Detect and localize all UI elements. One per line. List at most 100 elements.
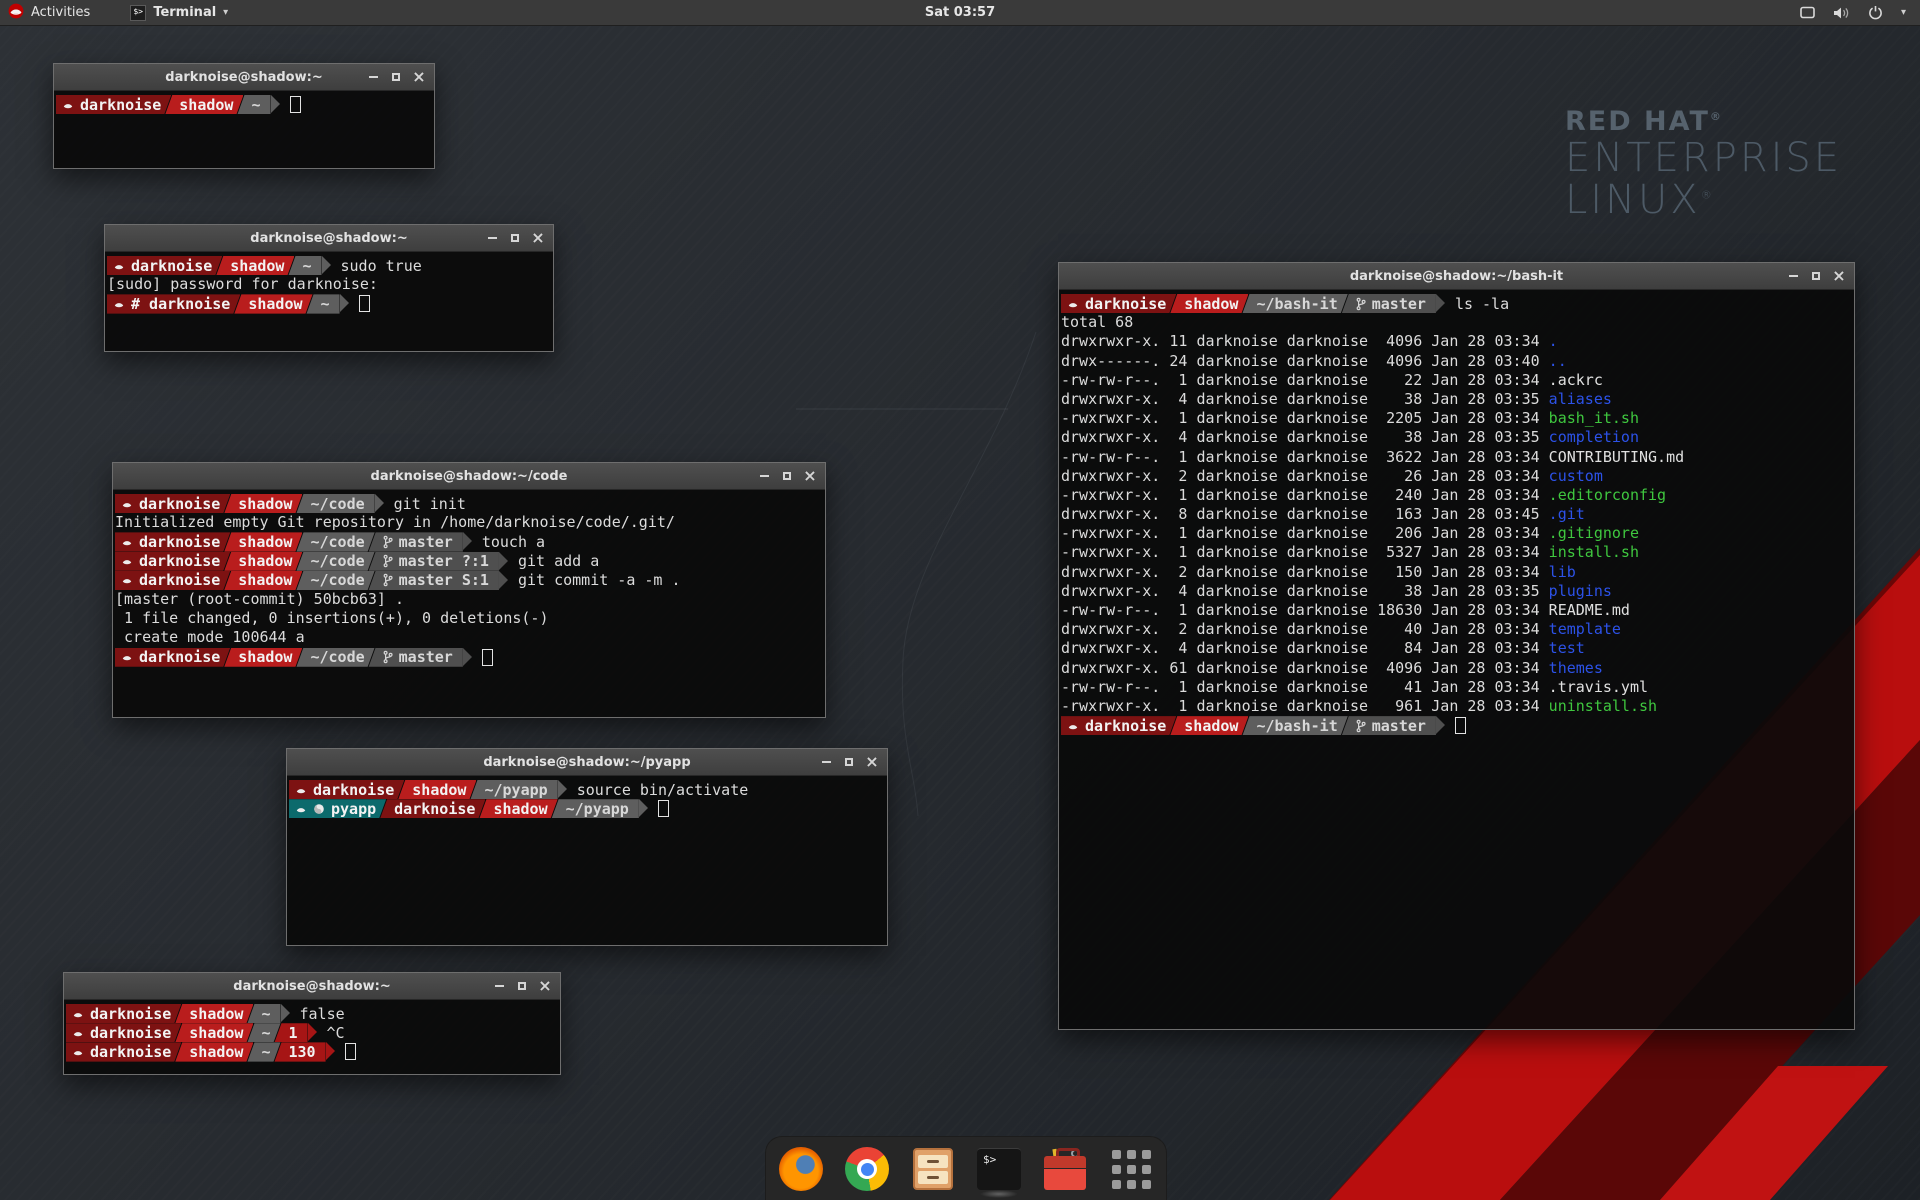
dock-item-chrome[interactable] bbox=[844, 1146, 890, 1192]
activities-button[interactable]: Activities bbox=[0, 0, 101, 25]
maximize-button[interactable] bbox=[777, 466, 797, 486]
terminal-cursor bbox=[290, 96, 301, 113]
maximize-button[interactable] bbox=[839, 752, 859, 772]
firefox-icon bbox=[779, 1147, 823, 1191]
maximize-button[interactable] bbox=[1806, 266, 1826, 286]
dock-item-app-grid[interactable] bbox=[1108, 1146, 1154, 1192]
activities-label: Activities bbox=[31, 5, 90, 20]
app-menu-button[interactable]: $> Terminal ▾ bbox=[119, 0, 239, 25]
prompt-segment-host: shadow bbox=[233, 294, 312, 313]
prompt-line: darknoiseshadow~/codegit init bbox=[115, 494, 825, 513]
powerline-arrow-icon bbox=[322, 256, 331, 274]
maximize-button[interactable] bbox=[505, 228, 525, 248]
close-button[interactable]: × bbox=[409, 67, 429, 87]
prompt-segment-git: master bbox=[368, 532, 463, 551]
ls-row-details: drwxrwxr-x. 2 darknoise darknoise 150 Ja… bbox=[1061, 563, 1549, 581]
minimize-button[interactable] bbox=[363, 67, 383, 87]
window-title: darknoise@shadow:~/bash-it bbox=[1350, 269, 1563, 284]
git-branch-icon bbox=[383, 573, 393, 587]
terminal-cursor bbox=[658, 800, 669, 817]
file-name: test bbox=[1549, 639, 1585, 657]
maximize-button[interactable] bbox=[386, 67, 406, 87]
terminal-cursor bbox=[359, 295, 370, 312]
command-text: git commit -a -m . bbox=[518, 571, 681, 589]
toolbox-icon bbox=[1043, 1147, 1087, 1191]
ls-row-details: drwxrwxr-x. 4 darknoise darknoise 84 Jan… bbox=[1061, 639, 1549, 657]
window-titlebar[interactable]: darknoise@shadow:~/bash-it × bbox=[1059, 263, 1854, 290]
prompt-segment-user: darknoise bbox=[1061, 716, 1176, 735]
ls-row: -rwxrwxr-x. 1 darknoise darknoise 2205 J… bbox=[1061, 409, 1854, 428]
prompt-line: darknoiseshadow~sudo true bbox=[107, 256, 553, 275]
system-status-area[interactable]: ▾ bbox=[1800, 0, 1920, 25]
prompt-segment-user: darknoise bbox=[1061, 294, 1176, 313]
dock-item-firefox[interactable] bbox=[778, 1146, 824, 1192]
file-name: .gitignore bbox=[1549, 524, 1639, 542]
red-hat-prompt-icon bbox=[121, 498, 133, 510]
close-button[interactable]: × bbox=[800, 466, 820, 486]
terminal-body[interactable]: darknoiseshadow~falsedarknoiseshadow~1^C… bbox=[64, 1000, 560, 1062]
file-name: completion bbox=[1549, 428, 1639, 446]
prompt-segment-user: darknoise bbox=[115, 571, 230, 590]
prompt-line: darknoiseshadow~1^C bbox=[66, 1023, 560, 1042]
powerline-arrow-icon bbox=[558, 780, 567, 798]
minimize-button[interactable] bbox=[489, 976, 509, 996]
minimize-button[interactable] bbox=[816, 752, 836, 772]
file-name: CONTRIBUTING.md bbox=[1549, 448, 1684, 466]
close-button[interactable]: × bbox=[862, 752, 882, 772]
window-title: darknoise@shadow:~ bbox=[165, 70, 322, 85]
window-titlebar[interactable]: darknoise@shadow:~× bbox=[64, 973, 560, 1000]
minimize-icon bbox=[488, 237, 497, 239]
clock[interactable]: Sat 03:57 bbox=[925, 5, 995, 20]
prompt-segment-host: shadow bbox=[223, 571, 302, 590]
close-button[interactable]: × bbox=[535, 976, 555, 996]
prompt-line: pyappdarknoiseshadow~/pyapp bbox=[289, 799, 887, 818]
close-button[interactable]: × bbox=[528, 228, 548, 248]
red-hat-prompt-icon bbox=[1067, 720, 1079, 732]
close-button[interactable]: × bbox=[1829, 266, 1849, 286]
maximize-icon bbox=[845, 758, 853, 766]
terminal-body[interactable]: darknoiseshadow~/pyappsource bin/activat… bbox=[287, 776, 887, 818]
terminal-body[interactable]: darknoiseshadow~/bash-itmasterls -latota… bbox=[1059, 290, 1854, 735]
window-titlebar[interactable]: darknoise@shadow:~ × bbox=[54, 64, 434, 91]
prompt-line: darknoiseshadow~/codemaster S:1git commi… bbox=[115, 571, 825, 590]
git-branch-icon bbox=[1356, 297, 1366, 311]
prompt-segment-host: shadow bbox=[223, 494, 302, 513]
terminal-cursor bbox=[482, 649, 493, 666]
terminal-body[interactable]: darknoiseshadow~ bbox=[54, 91, 434, 114]
file-name: plugins bbox=[1549, 582, 1612, 600]
ls-row-details: -rwxrwxr-x. 1 darknoise darknoise 206 Ja… bbox=[1061, 524, 1549, 542]
file-name: uninstall.sh bbox=[1549, 697, 1657, 715]
prompt-segment-git: master ?:1 bbox=[368, 552, 499, 571]
maximize-icon bbox=[392, 73, 400, 81]
prompt-segment-path: ~/pyapp bbox=[469, 780, 557, 799]
prompt-segment-user: darknoise bbox=[107, 256, 222, 275]
prompt-line: darknoiseshadow~/bash-itmaster bbox=[1061, 716, 1854, 735]
red-hat-prompt-icon bbox=[295, 803, 307, 815]
window-titlebar[interactable]: darknoise@shadow:~/pyapp× bbox=[287, 749, 887, 776]
prompt-segment-host: shadow bbox=[174, 1004, 253, 1023]
red-hat-prompt-icon bbox=[113, 298, 125, 310]
terminal-window-t4: darknoise@shadow:~/pyapp×darknoiseshadow… bbox=[286, 748, 888, 946]
ls-row: -rw-rw-r--. 1 darknoise darknoise 22 Jan… bbox=[1061, 371, 1854, 390]
windows-layer: darknoise@shadow:~ × darknoiseshadow~ darkn… bbox=[0, 0, 1920, 1200]
prompt-line: darknoiseshadow~false bbox=[66, 1004, 560, 1023]
ls-row-details: -rw-rw-r--. 1 darknoise darknoise 22 Jan… bbox=[1061, 371, 1549, 389]
window-titlebar[interactable]: darknoise@shadow:~/code× bbox=[113, 463, 825, 490]
window-titlebar[interactable]: darknoise@shadow:~× bbox=[105, 225, 553, 252]
dock-item-files[interactable] bbox=[910, 1146, 956, 1192]
dock-item-toolbox[interactable] bbox=[1042, 1146, 1088, 1192]
maximize-button[interactable] bbox=[512, 976, 532, 996]
ls-row: -rw-rw-r--. 1 darknoise darknoise 18630 … bbox=[1061, 601, 1854, 620]
minimize-button[interactable] bbox=[1783, 266, 1803, 286]
minimize-button[interactable] bbox=[482, 228, 502, 248]
command-text: ^C bbox=[327, 1024, 345, 1042]
prompt-segment-host: shadow bbox=[223, 552, 302, 571]
ls-row-details: drwxrwxr-x. 8 darknoise darknoise 163 Ja… bbox=[1061, 505, 1549, 523]
maximize-icon bbox=[1812, 272, 1820, 280]
terminal-body[interactable]: darknoiseshadow~sudo true[sudo] password… bbox=[105, 252, 553, 314]
red-hat-prompt-icon bbox=[121, 555, 133, 567]
red-hat-prompt-icon bbox=[72, 1008, 84, 1020]
terminal-body[interactable]: darknoiseshadow~/codegit initInitialized… bbox=[113, 490, 825, 667]
dock-item-terminal[interactable]: $> bbox=[976, 1146, 1022, 1192]
minimize-button[interactable] bbox=[754, 466, 774, 486]
